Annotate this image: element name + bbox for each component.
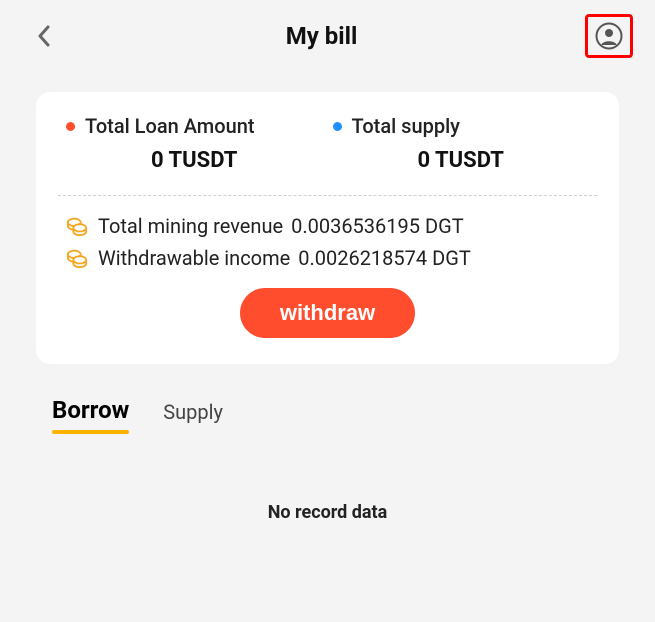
revenue-block: Total mining revenue 0.0036536195 DGT Wi…	[58, 214, 597, 270]
mining-revenue-row: Total mining revenue 0.0036536195 DGT	[66, 214, 589, 238]
mining-revenue-label: Total mining revenue	[98, 214, 283, 238]
withdrawable-income-row: Withdrawable income 0.0026218574 DGT	[66, 246, 589, 270]
user-icon	[595, 22, 623, 50]
tab-borrow[interactable]: Borrow	[52, 396, 129, 432]
profile-button[interactable]	[594, 21, 624, 51]
withdrawable-income-value: 0.0026218574 DGT	[298, 246, 471, 270]
header: My bill	[0, 0, 655, 72]
dot-red-icon	[66, 122, 75, 131]
stat-loan: Total Loan Amount 0 TUSDT	[66, 114, 323, 173]
stat-supply-label-row: Total supply	[333, 114, 590, 138]
page-title: My bill	[58, 22, 585, 50]
coins-icon	[66, 247, 88, 269]
stats-row: Total Loan Amount 0 TUSDT Total supply 0…	[58, 114, 597, 173]
profile-highlight-box	[585, 14, 633, 58]
stat-supply: Total supply 0 TUSDT	[333, 114, 590, 173]
dashed-divider	[58, 195, 597, 196]
stat-loan-label: Total Loan Amount	[85, 114, 255, 138]
tab-supply[interactable]: Supply	[163, 400, 223, 432]
dot-blue-icon	[333, 122, 342, 131]
chevron-left-icon	[37, 25, 51, 47]
mining-revenue-value: 0.0036536195 DGT	[291, 214, 464, 238]
stat-supply-value: 0 TUSDT	[333, 148, 590, 173]
empty-state: No record data	[0, 502, 655, 523]
withdraw-button[interactable]: withdraw	[240, 288, 415, 338]
back-button[interactable]	[30, 22, 58, 50]
stat-loan-label-row: Total Loan Amount	[66, 114, 323, 138]
coins-icon	[66, 215, 88, 237]
stat-loan-value: 0 TUSDT	[66, 148, 323, 173]
summary-card: Total Loan Amount 0 TUSDT Total supply 0…	[36, 92, 619, 364]
stat-supply-label: Total supply	[352, 114, 460, 138]
tabs: Borrow Supply	[52, 396, 655, 432]
withdrawable-income-label: Withdrawable income	[98, 246, 290, 270]
